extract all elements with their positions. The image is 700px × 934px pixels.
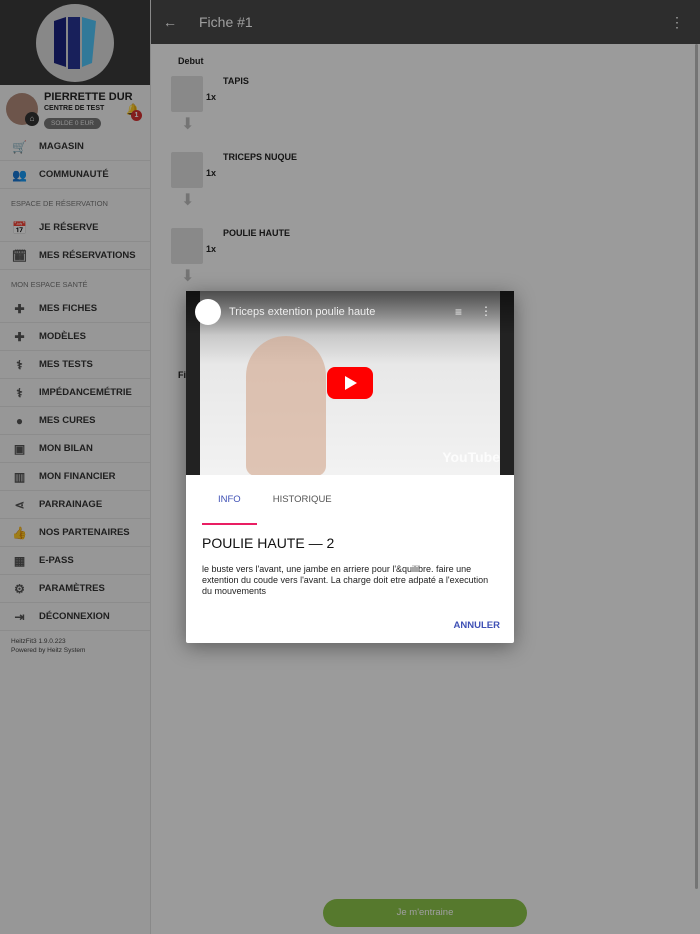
dialog-tabs: INFO HISTORIQUE	[186, 475, 514, 525]
tab-historique[interactable]: HISTORIQUE	[257, 475, 348, 525]
dialog-description: le buste vers l'avant, une jambe en arri…	[202, 564, 489, 596]
channel-logo[interactable]	[195, 299, 221, 325]
video-person	[246, 336, 326, 475]
playlist-icon[interactable]: ≡	[455, 305, 462, 319]
more-vert-icon[interactable]: ⋮	[480, 304, 492, 318]
dialog-title: POULIE HAUTE — 2	[202, 535, 335, 551]
youtube-logo[interactable]: YouTube	[442, 449, 500, 465]
play-button[interactable]	[327, 367, 373, 399]
tab-info[interactable]: INFO	[202, 475, 257, 525]
cancel-button[interactable]: ANNULER	[454, 620, 500, 631]
exercise-dialog: Triceps extention poulie haute ≡ ⋮ YouTu…	[186, 291, 514, 643]
video-title[interactable]: Triceps extention poulie haute	[229, 306, 375, 318]
video-player[interactable]: Triceps extention poulie haute ≡ ⋮ YouTu…	[186, 291, 514, 475]
